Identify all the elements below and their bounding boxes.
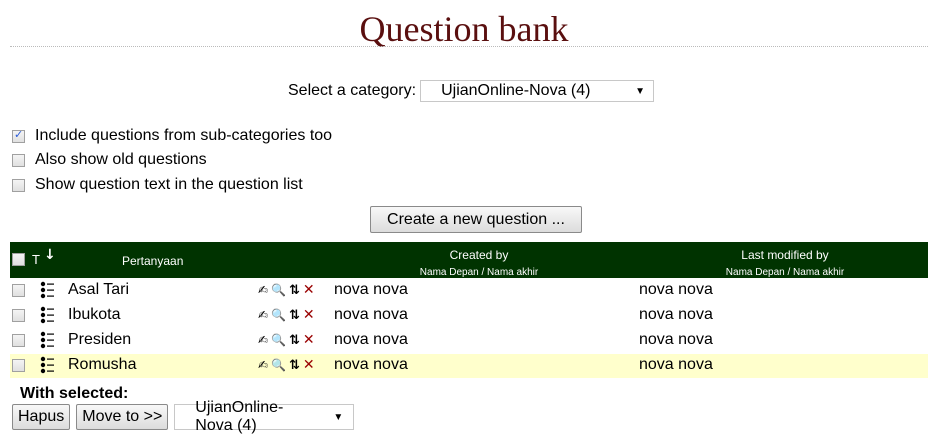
row-actions: ✍ 🔍 ⇅ ✕	[258, 357, 318, 373]
checkbox-show-question-text[interactable]	[12, 178, 25, 192]
header-modified-by-sub[interactable]: Nama Depan / Nama akhir	[710, 267, 860, 278]
header-created-by-sub[interactable]: Nama Depan / Nama akhir	[404, 267, 554, 278]
chevron-down-icon: ▼	[333, 411, 344, 423]
table-header: T ↓ Pertanyaan Created by Nama Depan / N…	[10, 242, 928, 278]
option-show-question-text[interactable]: Show question text in the question list	[12, 176, 303, 194]
delete-icon[interactable]: ✕	[303, 357, 315, 373]
row-actions: ✍ 🔍 ⇅ ✕	[258, 282, 318, 298]
move-icon[interactable]: ⇅	[289, 358, 300, 373]
move-target-value: UjianOnline-Nova (4)	[195, 399, 284, 434]
category-selector: Select a category: UjianOnline-Nova (4) …	[288, 80, 655, 102]
preview-magnifier-icon[interactable]: 🔍	[271, 283, 286, 297]
question-name: Asal Tari	[68, 281, 130, 298]
created-by: nova nova	[334, 331, 408, 348]
checkbox-include-subcategories[interactable]	[12, 128, 25, 143]
question-name: Presiden	[68, 331, 132, 348]
row-checkbox[interactable]	[12, 359, 25, 372]
edit-icon[interactable]: ✍	[258, 283, 268, 297]
header-created-by-label[interactable]: Created by	[450, 248, 509, 262]
question-type-icon	[40, 281, 54, 299]
title-divider	[10, 46, 928, 47]
table-row: Ibukota ✍ 🔍 ⇅ ✕ nova nova nova nova	[10, 304, 928, 328]
preview-magnifier-icon[interactable]: 🔍	[271, 308, 286, 322]
question-name: Romusha	[68, 356, 137, 373]
move-icon[interactable]: ⇅	[289, 308, 300, 323]
bulk-actions: Hapus Move to >> UjianOnline-Nova (4) ▼	[12, 399, 355, 434]
header-question[interactable]: Pertanyaan	[122, 254, 183, 268]
move-to-button[interactable]: Move to >>	[76, 404, 169, 430]
option-label: Also show old questions	[35, 151, 207, 168]
create-question-button[interactable]: Create a new question ...	[370, 206, 582, 233]
question-type-icon	[40, 331, 54, 349]
row-checkbox[interactable]	[12, 284, 25, 297]
sort-down-arrow-icon[interactable]: ↓	[44, 247, 56, 263]
delete-icon[interactable]: ✕	[303, 332, 315, 348]
header-created-by: Created by Nama Depan / Nama akhir	[404, 246, 554, 278]
with-selected-label: With selected:	[20, 385, 129, 402]
edit-icon[interactable]: ✍	[258, 333, 268, 347]
preview-magnifier-icon[interactable]: 🔍	[271, 358, 286, 372]
delete-icon[interactable]: ✕	[303, 307, 315, 323]
question-type-icon	[40, 306, 54, 324]
created-by: nova nova	[334, 306, 408, 323]
modified-by: nova nova	[639, 306, 713, 323]
preview-magnifier-icon[interactable]: 🔍	[271, 333, 286, 347]
category-select[interactable]: UjianOnline-Nova (4) ▼	[420, 80, 655, 102]
option-show-old[interactable]: Also show old questions	[12, 151, 207, 169]
question-name: Ibukota	[68, 306, 121, 323]
option-label: Include questions from sub-categories to…	[35, 127, 333, 144]
header-modified-by: Last modified by Nama Depan / Nama akhir	[710, 246, 860, 278]
page-title: Question bank	[359, 9, 569, 49]
checkbox-show-old[interactable]	[12, 153, 25, 167]
category-label: Select a category:	[288, 82, 417, 99]
table-row: Presiden ✍ 🔍 ⇅ ✕ nova nova nova nova	[10, 329, 928, 353]
table-row: Asal Tari ✍ 🔍 ⇅ ✕ nova nova nova nova	[10, 279, 928, 303]
row-actions: ✍ 🔍 ⇅ ✕	[258, 307, 318, 323]
created-by: nova nova	[334, 281, 408, 298]
row-checkbox[interactable]	[12, 334, 25, 347]
created-by: nova nova	[334, 356, 408, 373]
delete-button[interactable]: Hapus	[12, 404, 71, 430]
move-icon[interactable]: ⇅	[289, 283, 300, 298]
row-checkbox[interactable]	[12, 309, 25, 322]
modified-by: nova nova	[639, 281, 713, 298]
edit-icon[interactable]: ✍	[258, 358, 268, 372]
edit-icon[interactable]: ✍	[258, 308, 268, 322]
select-all-checkbox[interactable]	[12, 253, 25, 266]
delete-icon[interactable]: ✕	[303, 282, 315, 298]
category-select-value: UjianOnline-Nova (4)	[441, 82, 591, 99]
modified-by: nova nova	[639, 356, 713, 373]
move-target-select[interactable]: UjianOnline-Nova (4) ▼	[174, 399, 355, 434]
modified-by: nova nova	[639, 331, 713, 348]
option-include-subcategories[interactable]: Include questions from sub-categories to…	[12, 127, 332, 145]
table-row: Romusha ✍ 🔍 ⇅ ✕ nova nova nova nova	[10, 354, 928, 378]
question-type-icon	[40, 356, 54, 374]
header-type[interactable]: T	[32, 252, 40, 267]
chevron-down-icon: ▼	[635, 85, 646, 97]
move-icon[interactable]: ⇅	[289, 333, 300, 348]
row-actions: ✍ 🔍 ⇅ ✕	[258, 332, 318, 348]
option-label: Show question text in the question list	[35, 176, 303, 193]
header-modified-by-label[interactable]: Last modified by	[741, 248, 828, 262]
